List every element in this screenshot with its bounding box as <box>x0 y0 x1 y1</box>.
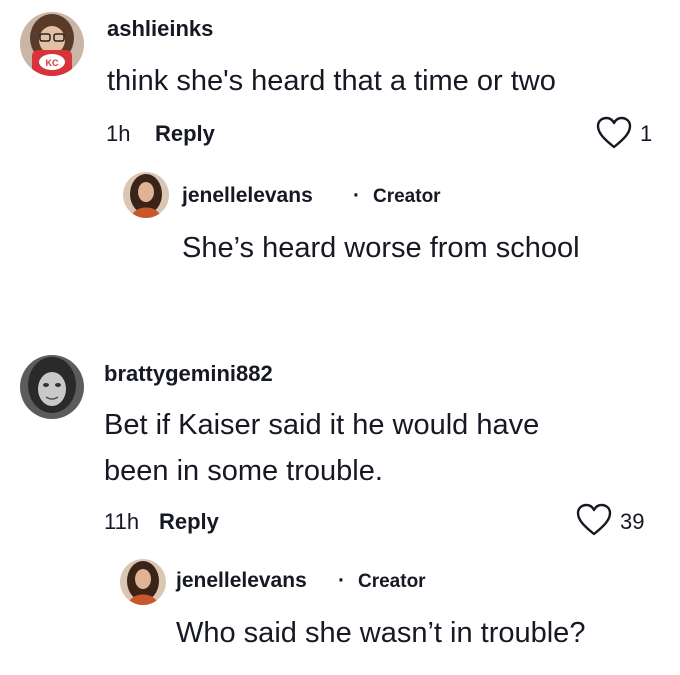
comment-timestamp: 11h <box>104 509 140 534</box>
reply-text: She’s heard worse from school <box>182 232 580 264</box>
comment-timestamp: 1h <box>106 121 131 146</box>
like-count: 39 <box>620 509 645 534</box>
comment-text-line-2: been in some trouble. <box>104 455 383 487</box>
reply-button[interactable]: Reply <box>155 121 215 147</box>
comment-text: think she's heard that a time or two <box>107 65 556 97</box>
svg-text:KC: KC <box>46 58 59 68</box>
reply-username[interactable]: jenellelevans <box>176 569 307 593</box>
separator-dot: · <box>338 569 345 592</box>
creator-badge: Creator <box>358 571 426 592</box>
avatar-ashlieinks[interactable]: KC <box>20 12 84 76</box>
heart-outline-icon[interactable] <box>596 116 632 149</box>
avatar-brattygemini882[interactable] <box>20 355 84 419</box>
heart-outline-icon[interactable] <box>576 503 612 536</box>
like-count: 1 <box>640 121 653 146</box>
comment-username[interactable]: brattygemini882 <box>104 361 273 387</box>
separator-dot: · <box>353 184 360 207</box>
creator-badge: Creator <box>373 186 441 207</box>
reply-button[interactable]: Reply <box>159 509 219 535</box>
avatar-jenellelevans[interactable] <box>120 559 166 605</box>
avatar-jenellelevans[interactable] <box>123 172 169 218</box>
reply-username[interactable]: jenellelevans <box>182 184 313 208</box>
comment-text-line-1: Bet if Kaiser said it he would have <box>104 409 540 441</box>
comment-username[interactable]: ashlieinks <box>107 16 213 42</box>
reply-text: Who said she wasn’t in trouble? <box>176 617 586 649</box>
